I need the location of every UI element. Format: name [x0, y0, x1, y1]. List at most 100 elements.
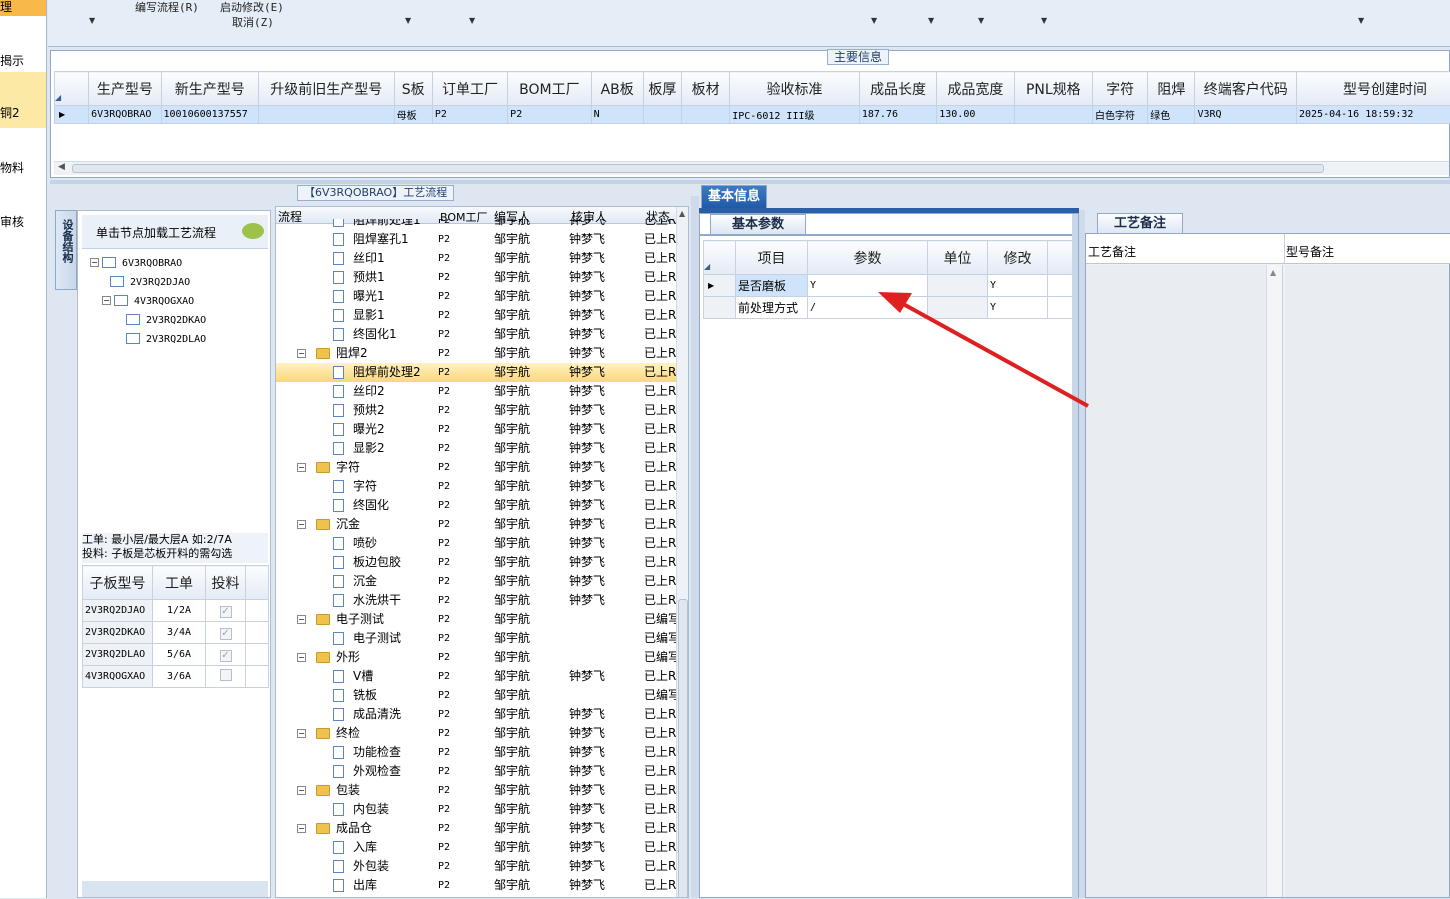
- cell[interactable]: [257, 105, 395, 124]
- cell[interactable]: IPC-6012 III级: [729, 105, 860, 124]
- cell[interactable]: [681, 105, 731, 124]
- param-column-header[interactable]: 参数: [807, 240, 928, 275]
- collapse-icon[interactable]: −: [297, 653, 306, 662]
- process-row[interactable]: 喷砂 P2 邹宇航 钟梦飞 已上R: [276, 534, 676, 553]
- cell[interactable]: P2: [507, 105, 592, 124]
- process-row[interactable]: 曝光2 P2 邹宇航 钟梦飞 已上R: [276, 420, 676, 439]
- cell[interactable]: 6V3RQOBRAO: [88, 105, 162, 124]
- column-header[interactable]: 阻焊: [1147, 71, 1196, 106]
- tab-process-remarks[interactable]: 工艺备注: [1097, 213, 1183, 234]
- column-header[interactable]: 型号创建时间: [1295, 71, 1450, 106]
- process-row[interactable]: 字符 P2 邹宇航 钟梦飞 已上R: [276, 477, 676, 496]
- sub-column-header[interactable]: 投料: [205, 565, 246, 600]
- column-header[interactable]: BOM工厂: [507, 71, 592, 106]
- feed-checkbox[interactable]: ✓: [219, 606, 232, 618]
- cell[interactable]: [642, 105, 683, 124]
- sub-order[interactable]: 1/2A: [152, 599, 206, 622]
- nav-item-0[interactable]: 理: [0, 0, 46, 16]
- column-header[interactable]: S板: [393, 71, 433, 106]
- collapse-icon[interactable]: −: [297, 615, 306, 624]
- speech-bubble-icon[interactable]: [242, 223, 264, 239]
- column-header[interactable]: 板材: [681, 71, 731, 106]
- process-row[interactable]: − 成品仓 P2 邹宇航 钟梦飞 已上R: [276, 819, 676, 838]
- edit-flow-button[interactable]: 编写流程(R): [135, 0, 199, 15]
- collapse-icon[interactable]: −: [297, 786, 306, 795]
- process-row[interactable]: 终固化1 P2 邹宇航 钟梦飞 已上R: [276, 325, 676, 344]
- column-header[interactable]: 成品宽度: [936, 71, 1015, 106]
- process-row[interactable]: 电子测试 P2 邹宇航 已编写: [276, 629, 676, 648]
- column-header[interactable]: 成品长度: [858, 71, 938, 106]
- process-row[interactable]: 外观检查 P2 邹宇航 钟梦飞 已上R: [276, 762, 676, 781]
- cell[interactable]: 绿色: [1147, 105, 1196, 124]
- sub-model[interactable]: 2V3RQ2DJAO: [82, 599, 153, 622]
- process-row[interactable]: 成品清洗 P2 邹宇航 钟梦飞 已上R: [276, 705, 676, 724]
- start-modify-button[interactable]: 启动修改(E): [220, 0, 284, 15]
- cancel-button[interactable]: 取消(Z): [232, 14, 274, 30]
- tree-node[interactable]: 2V3RQ2DJAO: [110, 274, 190, 288]
- process-row[interactable]: 外包装 P2 邹宇航 钟梦飞 已上R: [276, 857, 676, 876]
- sub-model[interactable]: 4V3RQOGXAO: [82, 665, 153, 688]
- param-column-header[interactable]: 单位: [927, 240, 988, 275]
- device-structure-tab[interactable]: 设备结构: [55, 210, 77, 290]
- process-row[interactable]: − 字符 P2 邹宇航 钟梦飞 已上R: [276, 458, 676, 477]
- collapse-icon[interactable]: −: [297, 824, 306, 833]
- param-row[interactable]: ▶ 是否磨板 Y Y: [703, 274, 1076, 297]
- process-row[interactable]: 阻焊塞孔1 P2 邹宇航 钟梦飞 已上R: [276, 230, 676, 249]
- param-column-header[interactable]: 修改: [987, 240, 1048, 275]
- sub-row[interactable]: 2V3RQ2DKAO 3/4A ✓: [82, 621, 269, 644]
- tree-node[interactable]: − 6V3RQOBRAO: [90, 255, 182, 269]
- sub-order[interactable]: 3/6A: [152, 665, 206, 688]
- model-remark-textarea[interactable]: [1285, 265, 1449, 897]
- collapse-icon[interactable]: −: [90, 258, 99, 267]
- process-row[interactable]: 功能检查 P2 邹宇航 钟梦飞 已上R: [276, 743, 676, 762]
- process-row[interactable]: 预烘1 P2 邹宇航 钟梦飞 已上R: [276, 268, 676, 287]
- column-header[interactable]: 字符: [1091, 71, 1149, 106]
- nav-item-3[interactable]: 铜2: [0, 94, 46, 128]
- cell[interactable]: 2025-04-16 18:59:32: [1295, 105, 1450, 124]
- dropdown-icon[interactable]: ▼: [405, 16, 411, 25]
- column-header[interactable]: PNL规格: [1013, 71, 1094, 106]
- dropdown-icon[interactable]: ▼: [978, 16, 984, 25]
- column-header[interactable]: 新生产型号: [160, 71, 259, 106]
- row-indicator[interactable]: ▶: [54, 105, 90, 124]
- dropdown-icon[interactable]: ▼: [469, 16, 475, 25]
- feed-checkbox[interactable]: ✓: [219, 650, 232, 662]
- process-row[interactable]: − 沉金 P2 邹宇航 钟梦飞 已上R: [276, 515, 676, 534]
- cell[interactable]: N: [590, 105, 644, 124]
- process-scroll-thumb[interactable]: [678, 599, 688, 897]
- sub-row[interactable]: 2V3RQ2DLAO 5/6A ✓: [82, 643, 269, 666]
- cell[interactable]: [1013, 105, 1094, 124]
- dropdown-icon[interactable]: ▼: [871, 16, 877, 25]
- sub-order[interactable]: 3/4A: [152, 621, 206, 644]
- process-row[interactable]: 显影1 P2 邹宇航 钟梦飞 已上R: [276, 306, 676, 325]
- sub-row[interactable]: 4V3RQOGXAO 3/6A: [82, 665, 269, 688]
- tree-node[interactable]: − 4V3RQOGXAO: [102, 293, 194, 307]
- process-row[interactable]: 终固化 P2 邹宇航 钟梦飞 已上R: [276, 496, 676, 515]
- scroll-left-icon[interactable]: ◀: [58, 162, 65, 172]
- param-value[interactable]: Y: [807, 274, 928, 297]
- nav-item-2[interactable]: [0, 72, 46, 94]
- column-header[interactable]: 板厚: [642, 71, 683, 106]
- process-row[interactable]: 沉金 P2 邹宇航 钟梦飞 已上R: [276, 572, 676, 591]
- cell[interactable]: 187.76: [858, 105, 938, 124]
- dropdown-icon[interactable]: ▼: [1358, 16, 1364, 25]
- feed-checkbox[interactable]: ✓: [219, 628, 232, 640]
- dropdown-icon[interactable]: ▼: [928, 16, 934, 25]
- collapse-icon[interactable]: −: [297, 729, 306, 738]
- column-header[interactable]: 验收标准: [729, 71, 860, 106]
- param-row[interactable]: 前处理方式 / Y: [703, 296, 1076, 319]
- tree-node[interactable]: 2V3RQ2DLAO: [126, 331, 206, 345]
- process-row[interactable]: 预烘2 P2 邹宇航 钟梦飞 已上R: [276, 401, 676, 420]
- collapse-icon[interactable]: −: [297, 349, 306, 358]
- process-row[interactable]: − 外形 P2 邹宇航 已编写: [276, 648, 676, 667]
- process-row[interactable]: − 包装 P2 邹宇航 钟梦飞 已上R: [276, 781, 676, 800]
- process-remark-textarea[interactable]: [1086, 265, 1283, 897]
- remark-scrollbar[interactable]: ▲: [1266, 265, 1282, 897]
- param-unit[interactable]: [927, 296, 988, 319]
- sub-row[interactable]: 2V3RQ2DJAO 1/2A ✓: [82, 599, 269, 622]
- process-vscrollbar[interactable]: ▲: [676, 207, 688, 897]
- tab-basic-params[interactable]: 基本参数: [710, 214, 806, 234]
- cell[interactable]: P2: [431, 105, 509, 124]
- dropdown-icon[interactable]: ▼: [1041, 16, 1047, 25]
- scroll-up-icon[interactable]: ▲: [679, 209, 685, 218]
